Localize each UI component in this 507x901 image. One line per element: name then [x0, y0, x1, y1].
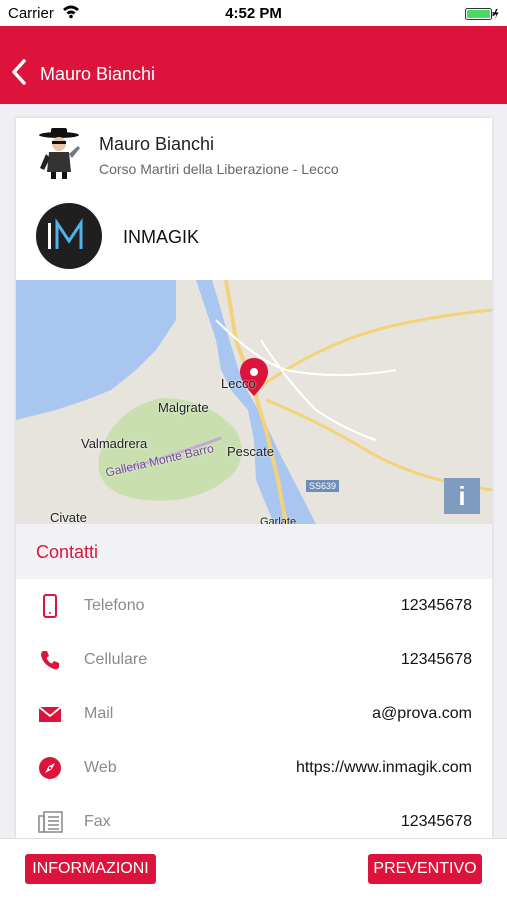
bottom-toolbar: INFORMAZIONI PREVENTIVO: [0, 838, 507, 901]
nav-title[interactable]: Mauro Bianchi: [40, 64, 155, 85]
contact-value: 12345678: [400, 813, 472, 830]
contact-row-fax[interactable]: Fax 12345678: [16, 795, 492, 838]
fax-icon: [38, 810, 63, 834]
company-row[interactable]: INMAGIK: [16, 200, 492, 272]
compass-icon: [38, 756, 62, 780]
map-label-lecco: Lecco: [221, 376, 256, 391]
contact-value: 12345678: [400, 651, 472, 668]
map-label-malgrate: Malgrate: [158, 400, 209, 415]
mail-icon: [38, 702, 62, 726]
person-address: Corso Martiri della Liberazione - Lecco: [99, 161, 339, 177]
company-name: INMAGIK: [123, 227, 200, 247]
contact-value: https://www.inmagik.com: [295, 759, 472, 776]
contact-row-mobile[interactable]: Cellulare 12345678: [16, 633, 492, 687]
battery-icon: [465, 7, 499, 20]
quote-button[interactable]: PREVENTIVO: [368, 854, 482, 884]
contacts-title: Contatti: [36, 542, 99, 562]
contact-value: a@prova.com: [372, 705, 472, 722]
contact-label: Web: [84, 759, 117, 776]
contact-label: Cellulare: [84, 651, 148, 668]
contact-row-mail[interactable]: Mail a@prova.com: [16, 687, 492, 741]
map-info-button[interactable]: i: [444, 478, 480, 514]
location-map[interactable]: Lecco Malgrate Valmadrera Galleria Monte…: [16, 280, 492, 524]
info-button[interactable]: INFORMAZIONI: [25, 854, 156, 884]
person-header: Mauro Bianchi Corso Martiri della Libera…: [16, 118, 492, 188]
status-bar: Carrier 4:52 PM: [0, 0, 507, 26]
person-name: Mauro Bianchi: [99, 134, 215, 154]
contact-label: Mail: [84, 705, 114, 722]
contact-value: 12345678: [400, 597, 472, 614]
company-logo: [36, 203, 102, 269]
zorro-avatar-icon: [36, 128, 82, 180]
contact-card: Mauro Bianchi Corso Martiri della Libera…: [16, 118, 492, 838]
contact-row-phone[interactable]: Telefono 12345678: [16, 579, 492, 633]
map-road-shield: SS639: [306, 480, 340, 492]
nav-bar: Mauro Bianchi: [0, 26, 507, 104]
map-label-pescate: Pescate: [227, 444, 274, 459]
handset-icon: [38, 648, 62, 672]
phone-icon: [38, 594, 62, 618]
map-canvas: [16, 280, 492, 524]
back-chevron-icon[interactable]: [8, 58, 32, 86]
contact-row-web[interactable]: Web https://www.inmagik.com: [16, 741, 492, 795]
map-label-garlate: Garlate: [260, 516, 297, 524]
map-label-civate: Civate: [50, 510, 87, 524]
contacts-section-header: Contatti: [16, 524, 492, 579]
map-label-valmadrera: Valmadrera: [81, 436, 148, 451]
contact-label: Fax: [84, 813, 111, 830]
contact-label: Telefono: [84, 597, 145, 614]
clock: 4:52 PM: [225, 5, 282, 22]
